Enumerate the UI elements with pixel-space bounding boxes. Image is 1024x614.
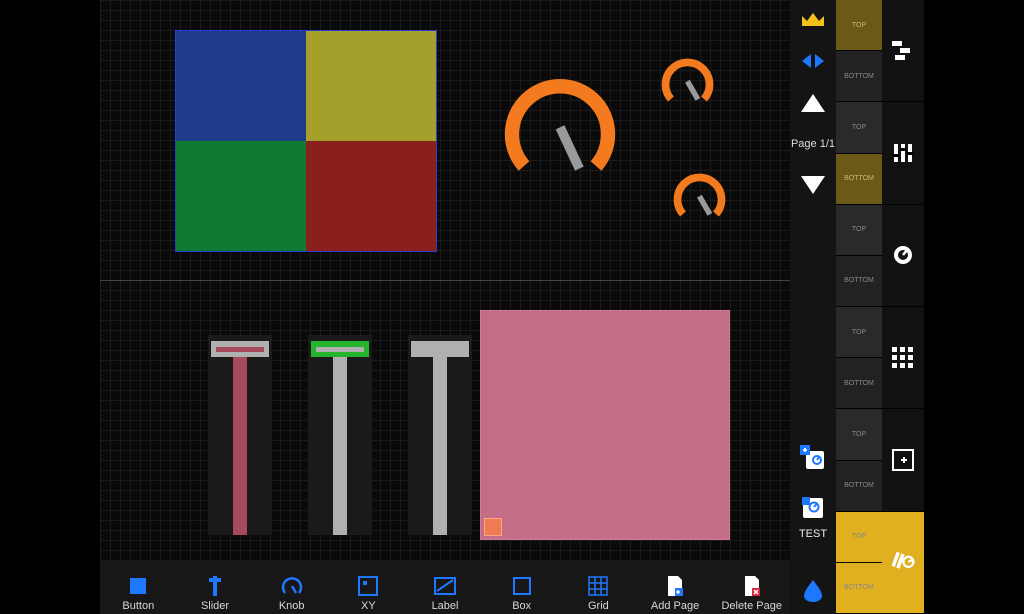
horizontal-arrows-icon[interactable]	[800, 52, 826, 70]
tool-label: Slider	[201, 600, 229, 612]
container-cell-top[interactable]: TOP	[836, 102, 882, 153]
crown-icon[interactable]	[800, 10, 826, 28]
slider-2[interactable]	[308, 335, 372, 535]
container-cell-bottom[interactable]: BOTTOM	[836, 461, 882, 512]
knob-icon	[281, 575, 303, 597]
tool-grid[interactable]: Grid	[560, 575, 637, 612]
knob-small-2[interactable]	[672, 170, 727, 225]
box-icon	[511, 575, 533, 597]
editor-canvas[interactable]	[100, 0, 790, 560]
container-type-faders[interactable]	[882, 102, 924, 204]
tool-label: XY	[361, 600, 376, 612]
page-down-button[interactable]	[801, 176, 825, 194]
tool-label[interactable]: Label	[407, 575, 484, 612]
tool-knob[interactable]: Knob	[253, 575, 330, 612]
slider-group	[208, 335, 472, 535]
container-cell-top[interactable]: TOP	[836, 512, 882, 563]
tool-label: Grid	[588, 600, 609, 612]
xy-pad[interactable]	[480, 310, 730, 540]
tool-label: Box	[512, 600, 531, 612]
delete-page-icon	[741, 575, 763, 597]
container-type-column	[882, 0, 924, 614]
container-cell-top[interactable]: TOP	[836, 409, 882, 460]
label-icon	[434, 575, 456, 597]
tool-slider[interactable]: Slider	[177, 575, 254, 612]
container-cell-bottom[interactable]: BOTTOM	[836, 51, 882, 102]
tool-label: Button	[122, 600, 154, 612]
xy-cursor[interactable]	[484, 518, 502, 536]
add-page-icon	[664, 575, 686, 597]
tool-button[interactable]: Button	[100, 575, 177, 612]
quad-button-green[interactable]	[176, 141, 306, 251]
quad-button-yellow[interactable]	[306, 31, 436, 141]
xy-icon	[357, 575, 379, 597]
add-container-icon[interactable]	[800, 445, 826, 471]
knob-small-1[interactable]	[660, 55, 715, 110]
tool-label: Knob	[279, 600, 305, 612]
grid-icon	[587, 575, 609, 597]
quad-button-group[interactable]	[175, 30, 437, 252]
container-cell-top[interactable]: TOP	[836, 205, 882, 256]
page-nav-strip: Page 1/1 TEST	[790, 0, 836, 614]
tool-add-page[interactable]: Add Page	[637, 575, 714, 612]
container-type-knob[interactable]	[882, 205, 924, 307]
container-type-custom[interactable]	[882, 512, 924, 614]
quad-button-red[interactable]	[306, 141, 436, 251]
element-toolbar: Button Slider Knob XY Label Box	[100, 560, 790, 614]
tool-label: Label	[432, 600, 459, 612]
slider-icon	[204, 575, 226, 597]
test-mode-button[interactable]: TEST	[799, 495, 827, 540]
quad-button-blue[interactable]	[176, 31, 306, 141]
page-indicator: Page 1/1	[791, 138, 835, 150]
slider-1[interactable]	[208, 335, 272, 535]
test-label: TEST	[799, 528, 827, 540]
container-cell-top[interactable]: TOP	[836, 307, 882, 358]
slider-3[interactable]	[408, 335, 472, 535]
tool-label: Delete Page	[721, 600, 782, 612]
button-icon	[127, 575, 149, 597]
container-cell-bottom[interactable]: BOTTOM	[836, 256, 882, 307]
tool-xy[interactable]: XY	[330, 575, 407, 612]
container-type-steps[interactable]	[882, 0, 924, 102]
tool-delete-page[interactable]: Delete Page	[713, 575, 790, 612]
knob-large[interactable]	[500, 70, 620, 190]
container-cell-bottom[interactable]: BOTTOM	[836, 358, 882, 409]
droplet-icon[interactable]	[802, 578, 824, 602]
container-cell-column: TOPBOTTOMTOPBOTTOMTOPBOTTOMTOPBOTTOMTOPB…	[836, 0, 882, 614]
container-type-xy[interactable]	[882, 409, 924, 511]
page-up-button[interactable]	[801, 94, 825, 112]
container-cell-top[interactable]: TOP	[836, 0, 882, 51]
tool-label: Add Page	[651, 600, 699, 612]
container-cell-bottom[interactable]: BOTTOM	[836, 563, 882, 614]
tool-box[interactable]: Box	[483, 575, 560, 612]
container-cell-bottom[interactable]: BOTTOM	[836, 154, 882, 205]
container-type-grid[interactable]	[882, 307, 924, 409]
